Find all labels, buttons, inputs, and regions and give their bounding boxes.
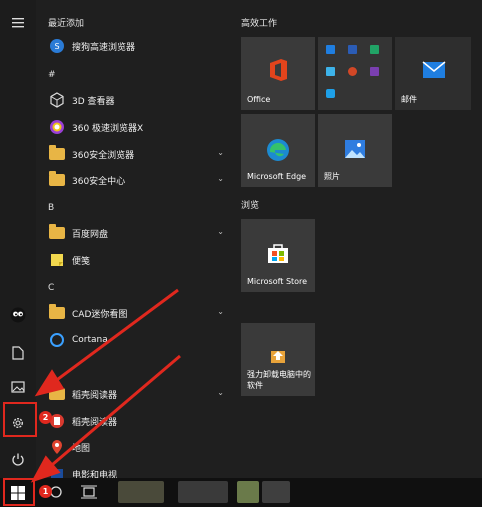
settings-highlight-box xyxy=(3,402,37,437)
annotation-arrows xyxy=(30,288,181,483)
start-highlight-box xyxy=(3,478,35,506)
step-badge-2: 2 xyxy=(39,411,52,424)
step-badge-1: 1 xyxy=(39,485,52,498)
